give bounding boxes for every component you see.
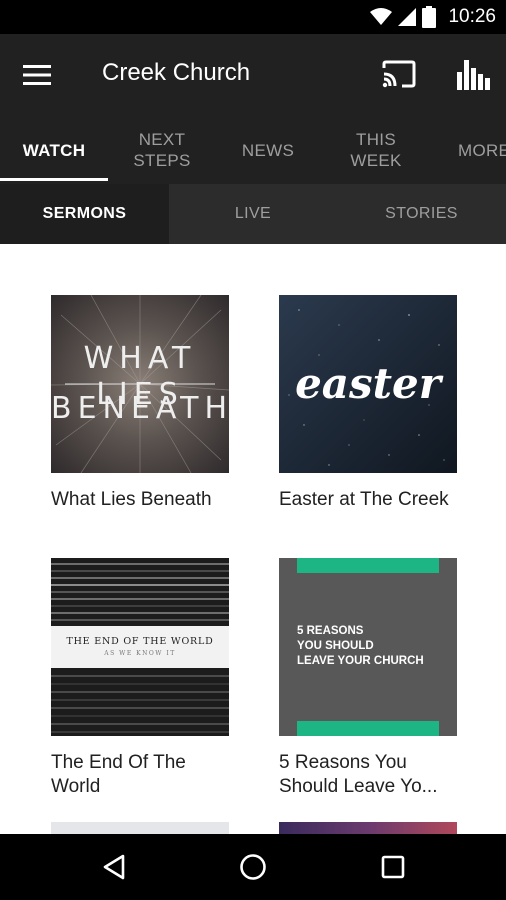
status-icons: 10:26 [370,0,496,34]
subtab-stories[interactable]: STORIES [337,184,506,244]
back-icon [103,854,125,880]
sermon-card[interactable]: 5 REASONS YOU SHOULD LEAVE YOUR CHURCH 5… [279,558,457,799]
cast-icon [382,60,416,88]
tab-news[interactable]: NEWS [218,116,318,184]
artwork-text: LEAVE YOUR CHURCH [297,655,424,667]
artwork-text: easter [295,359,441,408]
bar-chart-icon [457,60,490,90]
sermon-thumbnail[interactable]: 5 REASONS YOU SHOULD LEAVE YOUR CHURCH [279,558,457,736]
sub-tabs: SERMONS LIVE STORIES [0,184,506,244]
back-button[interactable] [94,847,134,887]
sermon-title[interactable]: Easter at The Creek [279,488,457,512]
active-tab-indicator [0,178,108,181]
subtab-sermons[interactable]: SERMONS [0,184,169,244]
sermon-card[interactable]: THE END OF THE WORLD AS WE KNOW IT The E… [51,558,229,799]
artwork-text: YOU SHOULD [297,640,374,652]
status-time: 10:26 [448,6,496,27]
wifi-icon [370,8,393,25]
sermon-thumbnail-partial[interactable] [51,822,229,834]
main-tabs: WATCH NEXT STEPS NEWS THIS WEEK MORE [0,116,506,184]
sermon-card[interactable]: WHAT LIES BENEATH What Lies Beneath [51,295,229,512]
artwork-text: 5 REASONS [297,625,364,637]
sermon-thumbnail[interactable]: WHAT LIES BENEATH [51,295,229,473]
home-button[interactable] [233,847,273,887]
artwork-text: THE END OF THE WORLD [66,636,214,647]
sermon-thumbnail[interactable]: THE END OF THE WORLD AS WE KNOW IT [51,558,229,736]
battery-icon [422,6,437,28]
recents-button[interactable] [373,847,413,887]
tab-more[interactable]: MORE [446,116,506,184]
tab-next-steps[interactable]: NEXT STEPS [110,116,214,184]
status-bar: 10:26 [0,0,506,34]
app-bar: Creek Church [0,34,506,116]
tab-watch[interactable]: WATCH [0,116,108,184]
recents-icon [381,855,405,879]
menu-button[interactable] [22,60,52,90]
artwork-green-bar [297,558,439,573]
sermon-title[interactable]: 5 Reasons You Should Leave Yo... [279,751,457,799]
sermon-thumbnail[interactable]: easter [279,295,457,473]
hamburger-menu-icon [23,65,51,85]
sermon-card[interactable]: easter Easter at The Creek [279,295,457,512]
app-title: Creek Church [102,59,251,86]
sermon-thumbnail-partial[interactable] [279,822,457,834]
subtab-live[interactable]: LIVE [169,184,337,244]
sermon-grid: WHAT LIES BENEATH What Lies Beneath east… [0,244,506,834]
artwork-text: AS WE KNOW IT [104,650,176,657]
sermon-title[interactable]: What Lies Beneath [51,488,229,512]
artwork-green-bar [297,721,439,736]
cast-button[interactable] [380,58,418,90]
system-nav-bar [0,834,506,900]
tab-this-week[interactable]: THIS WEEK [328,116,424,184]
sermon-title[interactable]: The End Of The World [51,751,229,799]
home-icon [240,854,266,880]
cell-signal-icon [398,8,417,26]
artwork-text: BENEATH [51,391,229,426]
stats-button[interactable] [454,56,492,92]
